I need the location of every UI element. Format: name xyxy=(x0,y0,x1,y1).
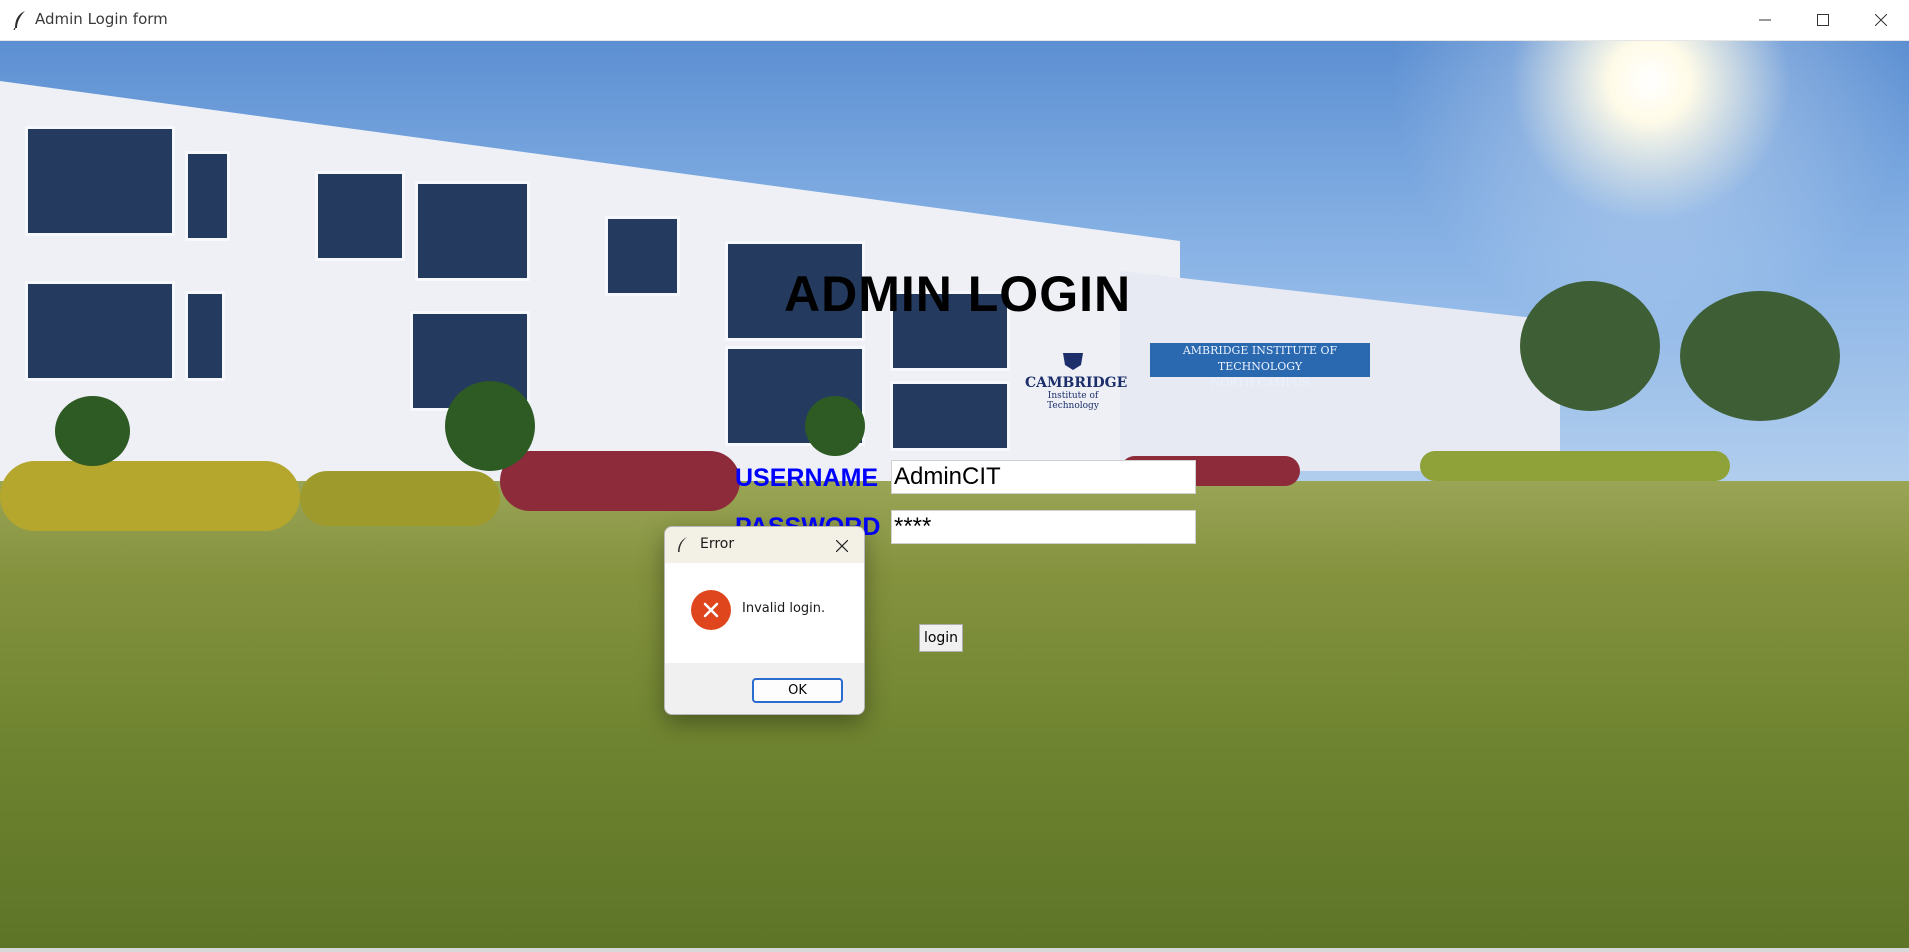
building-window xyxy=(890,381,1010,451)
cambridge-logo: CAMBRIDGE Institute of Technology xyxy=(1025,349,1128,411)
dialog-titlebar: Error xyxy=(665,527,864,563)
campus-sign-board: AMBRIDGE INSTITUTE OF TECHNOLOGY NORTH C… xyxy=(1150,343,1370,389)
window-titlebar: Admin Login form xyxy=(0,0,1909,41)
dialog-close-button[interactable] xyxy=(831,535,853,557)
username-field[interactable] xyxy=(891,460,1196,494)
building-window xyxy=(185,291,225,381)
error-icon xyxy=(691,590,731,630)
cambridge-subtitle: Institute of Technology xyxy=(1047,391,1099,411)
feather-icon xyxy=(678,537,687,552)
building-window xyxy=(315,171,405,261)
building-window xyxy=(415,181,530,281)
building-window xyxy=(605,216,680,296)
close-icon xyxy=(836,540,848,552)
crest-icon xyxy=(1063,353,1083,370)
window-bottom-edge xyxy=(0,948,1909,952)
dialog-title: Error xyxy=(700,536,735,552)
building-window xyxy=(25,126,175,236)
board-line-1: AMBRIDGE INSTITUTE OF TECHNOLOGY xyxy=(1182,344,1338,373)
maximize-button[interactable] xyxy=(1794,0,1852,40)
maximize-icon xyxy=(1817,14,1829,26)
close-button[interactable] xyxy=(1852,0,1909,40)
close-icon xyxy=(1875,14,1887,26)
dialog-body: Invalid login. xyxy=(665,563,864,663)
login-button[interactable]: login xyxy=(919,624,963,652)
tree xyxy=(1520,281,1660,411)
hedge xyxy=(1420,451,1730,481)
hedge xyxy=(300,471,500,526)
lawn xyxy=(0,481,1909,952)
background-image: CAMBRIDGE Institute of Technology AMBRID… xyxy=(0,41,1909,952)
username-label: USERNAME xyxy=(735,464,879,492)
hedge xyxy=(0,461,300,531)
page-title: ADMIN LOGIN xyxy=(784,266,1132,322)
ok-button[interactable]: OK xyxy=(752,678,843,703)
board-line-2: NORTH CAMPUS xyxy=(1210,376,1310,389)
building-window xyxy=(25,281,175,381)
cambridge-name: CAMBRIDGE xyxy=(1025,375,1128,391)
hedge xyxy=(500,451,740,511)
tree xyxy=(805,396,865,456)
window-title: Admin Login form xyxy=(35,10,168,28)
tree xyxy=(445,381,535,471)
password-field[interactable] xyxy=(891,510,1196,544)
minimize-button[interactable] xyxy=(1736,0,1794,40)
tree xyxy=(55,396,130,466)
error-dialog: Error Invalid login. OK xyxy=(664,526,865,715)
tree xyxy=(1680,291,1840,421)
feather-icon xyxy=(13,11,25,30)
building-window xyxy=(185,151,230,241)
minimize-icon xyxy=(1759,19,1771,21)
x-mark-icon xyxy=(703,602,719,618)
dialog-footer: OK xyxy=(665,663,864,714)
error-message: Invalid login. xyxy=(742,601,826,616)
